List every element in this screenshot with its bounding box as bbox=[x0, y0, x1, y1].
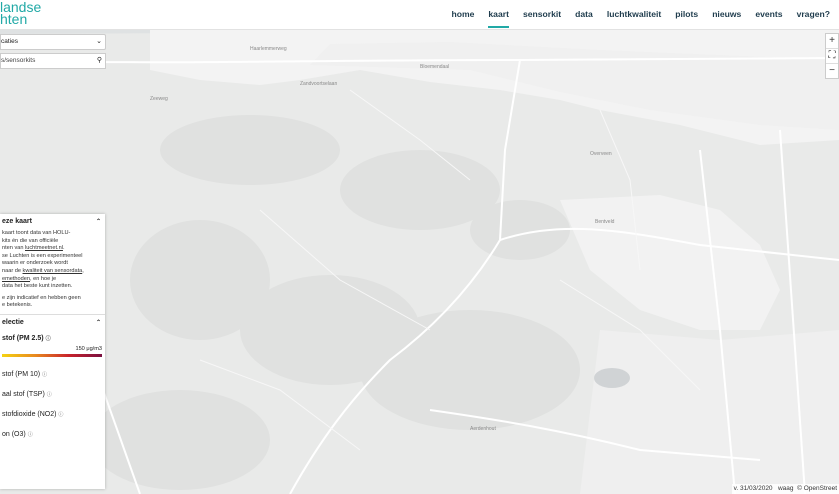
fit-bounds-button[interactable]: ⛶ bbox=[826, 49, 838, 64]
about-text: nten van luchtmeetnet.nl. bbox=[2, 245, 65, 252]
zoom-controls: + ⛶ − bbox=[825, 33, 839, 79]
map-attribution: v. 31/03/2020 waag © OpenStreet bbox=[731, 484, 839, 494]
zoom-out-button[interactable]: − bbox=[826, 64, 838, 78]
about-text: naar de kwaliteit van sensordata, bbox=[2, 267, 84, 274]
color-scale: 0 150 μg/m3 bbox=[2, 344, 102, 361]
scale-min-label: 0 bbox=[2, 346, 5, 352]
nav-vragen[interactable]: vragen? bbox=[790, 0, 837, 29]
search-icon[interactable]: ⚲ bbox=[97, 54, 102, 68]
map-label: Bentveld bbox=[595, 219, 615, 225]
about-panel-body: kaart toont data van HOLU- kits én die v… bbox=[0, 230, 105, 310]
search-input[interactable] bbox=[1, 54, 91, 68]
side-panel: eze kaart ⌃ kaart toont data van HOLU- k… bbox=[0, 214, 105, 489]
about-text: e zijn indicatief en hebben geen bbox=[2, 294, 81, 301]
layer-pm10[interactable]: stof (PM 10) ⓘ bbox=[0, 371, 105, 378]
info-icon[interactable]: ⓘ bbox=[58, 412, 63, 418]
map-label: Zandvoortselaan bbox=[300, 81, 337, 87]
about-text: emethoden, en hoe je bbox=[2, 275, 57, 282]
main-nav: home kaart sensorkit data luchtkwaliteit… bbox=[444, 0, 837, 29]
info-icon[interactable]: ⓘ bbox=[46, 336, 51, 342]
scale-max-label: 150 μg/m3 bbox=[75, 345, 102, 352]
kwaliteit-link[interactable]: kwaliteit van sensordata bbox=[23, 268, 83, 274]
layer-tsp[interactable]: aal stof (TSP) ⓘ bbox=[0, 391, 105, 398]
info-icon[interactable]: ⓘ bbox=[28, 432, 33, 438]
map-label: Haarlemmerweg bbox=[250, 46, 287, 52]
location-select[interactable]: caties ⌄ bbox=[0, 34, 106, 50]
version-label: v. 31/03/2020 bbox=[733, 485, 773, 492]
osm-link[interactable]: © OpenStreet bbox=[797, 485, 837, 492]
nav-luchtkwaliteit[interactable]: luchtkwaliteit bbox=[600, 0, 668, 29]
zoom-in-button[interactable]: + bbox=[826, 34, 838, 49]
nav-nieuws[interactable]: nieuws bbox=[705, 0, 748, 29]
about-text: waarin er onderzoek wordt bbox=[2, 260, 68, 267]
map-label: Overveen bbox=[590, 151, 612, 157]
nav-events[interactable]: events bbox=[748, 0, 789, 29]
nav-pilots[interactable]: pilots bbox=[668, 0, 705, 29]
chevron-down-icon: ⌄ bbox=[96, 38, 102, 45]
layer-panel-title: electie bbox=[2, 318, 24, 326]
info-icon[interactable]: ⓘ bbox=[42, 372, 47, 378]
waag-link[interactable]: waag bbox=[778, 485, 794, 492]
chevron-up-icon[interactable]: ⌃ bbox=[96, 214, 101, 230]
scale-gradient bbox=[2, 353, 102, 357]
location-select-value: caties bbox=[1, 38, 18, 45]
about-text: e betekenis. bbox=[2, 302, 33, 309]
map-label: Zeeweg bbox=[150, 96, 168, 102]
about-text: kits én die van officiële bbox=[2, 237, 59, 244]
nav-data[interactable]: data bbox=[568, 0, 600, 29]
about-text: se Luchten is een experimenteel bbox=[2, 252, 83, 259]
map-canvas[interactable]: Bloemendaal Haarlemmerweg Zandvoortselaa… bbox=[0, 30, 839, 494]
chevron-up-icon[interactable]: ⌃ bbox=[96, 315, 101, 331]
about-panel-title: eze kaart bbox=[2, 218, 32, 225]
meetmethoden-link[interactable]: emethoden bbox=[2, 276, 30, 282]
nav-kaart[interactable]: kaart bbox=[481, 0, 516, 29]
top-bar: landse hten home kaart sensorkit data lu… bbox=[0, 0, 839, 30]
layer-pm25[interactable]: stof (PM 2.5) ⓘ bbox=[0, 335, 105, 342]
nav-home[interactable]: home bbox=[444, 0, 481, 29]
nav-sensorkit[interactable]: sensorkit bbox=[516, 0, 568, 29]
about-panel-header[interactable]: eze kaart ⌃ bbox=[0, 214, 105, 230]
search-box: ⚲ bbox=[0, 53, 106, 69]
about-text: data het beste kunt inzetten. bbox=[2, 283, 73, 290]
map-label: Bloemendaal bbox=[420, 64, 449, 70]
layer-panel-header[interactable]: electie ⌃ bbox=[0, 315, 105, 331]
layer-no2[interactable]: stofdioxide (NO2) ⓘ bbox=[0, 411, 105, 418]
luchtmeetnet-link[interactable]: luchtmeetnet.nl bbox=[25, 245, 63, 251]
site-logo[interactable]: landse hten bbox=[0, 0, 41, 26]
map-label: Aerdenhout bbox=[470, 426, 496, 432]
info-icon[interactable]: ⓘ bbox=[47, 392, 52, 398]
layer-o3[interactable]: on (O3) ⓘ bbox=[0, 431, 105, 438]
about-text: kaart toont data van HOLU- bbox=[2, 230, 71, 236]
